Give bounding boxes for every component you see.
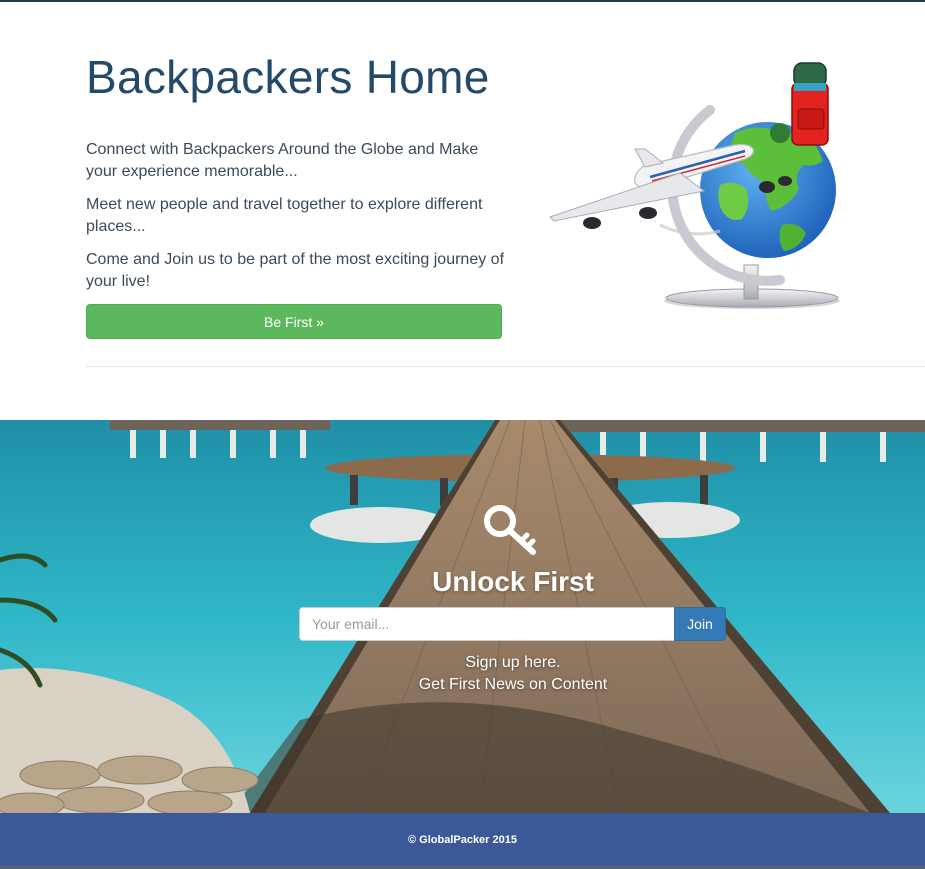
hero-paragraph-join: Come and Join us to be part of the most … — [86, 251, 505, 290]
globe-plane-illustration — [549, 62, 840, 309]
join-button[interactable]: Join — [674, 607, 726, 641]
copyright-text: © GlobalPacker 2015 — [407, 833, 517, 846]
unlock-title: Unlock First — [432, 566, 594, 597]
hero-paragraph-meet: Meet new people and travel together to e… — [86, 196, 483, 235]
key-icon — [484, 505, 536, 555]
page-footer: © GlobalPacker 2015 — [0, 813, 925, 866]
hero-paragraph-connect: Connect with Backpackers Around the Glob… — [86, 141, 479, 180]
email-field[interactable] — [299, 607, 674, 641]
be-first-button[interactable]: Be First » — [86, 304, 502, 339]
section-divider — [86, 366, 925, 367]
signup-subcaption: Get First News on Content — [418, 676, 608, 693]
page-title: Backpackers Home — [86, 51, 490, 103]
signup-caption: Sign up here. — [465, 654, 561, 671]
